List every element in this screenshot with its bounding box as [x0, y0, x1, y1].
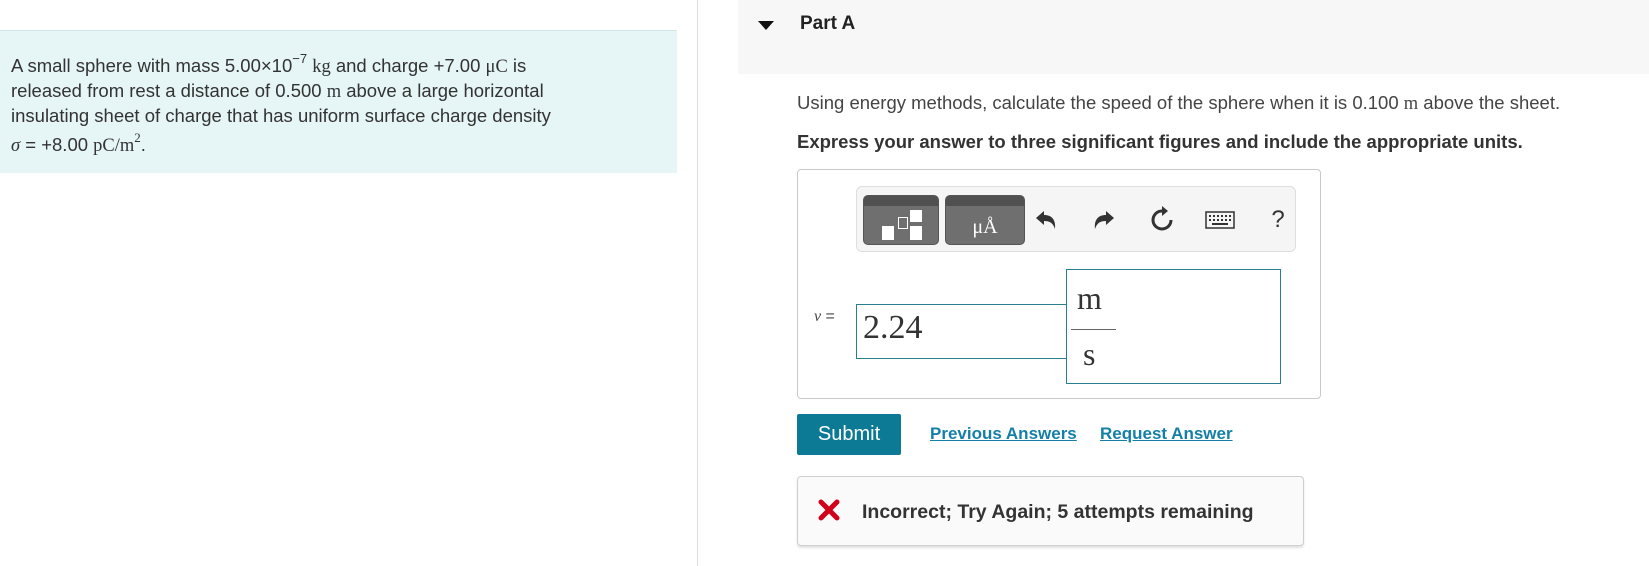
answer-instruction: Express your answer to three significant…	[797, 131, 1523, 152]
keyboard-icon[interactable]	[1203, 203, 1237, 237]
reset-icon[interactable]	[1145, 203, 1179, 237]
undo-icon[interactable]	[1029, 203, 1063, 237]
problem-line-3: insulating sheet of charge that has unif…	[11, 105, 551, 127]
previous-answers-link[interactable]: Previous Answers	[930, 424, 1077, 444]
variable-label: v =	[814, 308, 835, 325]
question-text: Using energy methods, calculate the spee…	[797, 92, 1561, 114]
answer-value-input[interactable]: 2.24	[856, 304, 1073, 359]
problem-line-4: σ = +8.00 pC/m2.	[11, 130, 146, 157]
unit-numerator: m	[1077, 280, 1102, 316]
problem-line-2: released from rest a distance of 0.500 m…	[11, 80, 544, 103]
part-a-header[interactable]: Part A	[738, 0, 1649, 74]
submit-button[interactable]: Submit	[797, 414, 901, 455]
problem-statement: A small sphere with mass 5.00×10−7 kg an…	[0, 30, 677, 173]
unit-denominator: s	[1083, 336, 1096, 372]
unit-fraction-bar	[1071, 329, 1116, 330]
feedback-text: Incorrect; Try Again; 5 attempts remaini…	[862, 501, 1254, 523]
part-title: Part A	[800, 13, 856, 34]
problem-column: A small sphere with mass 5.00×10−7 kg an…	[0, 0, 698, 566]
problem-line-1: A small sphere with mass 5.00×10−7 kg an…	[11, 51, 527, 78]
request-answer-link[interactable]: Request Answer	[1100, 424, 1233, 444]
templates-icon[interactable]	[863, 195, 939, 245]
redo-icon[interactable]	[1087, 203, 1121, 237]
answer-units-input[interactable]: m s	[1066, 269, 1281, 384]
help-icon[interactable]: ?	[1261, 203, 1295, 237]
math-toolbar: μÅ ?	[856, 186, 1296, 252]
units-icon[interactable]: μÅ	[945, 195, 1025, 245]
feedback-box: Incorrect; Try Again; 5 attempts remaini…	[797, 476, 1304, 546]
answer-panel: μÅ ? v = 2.24 m s	[797, 169, 1321, 399]
error-x-icon	[818, 499, 840, 526]
collapse-triangle-icon[interactable]	[758, 21, 774, 30]
